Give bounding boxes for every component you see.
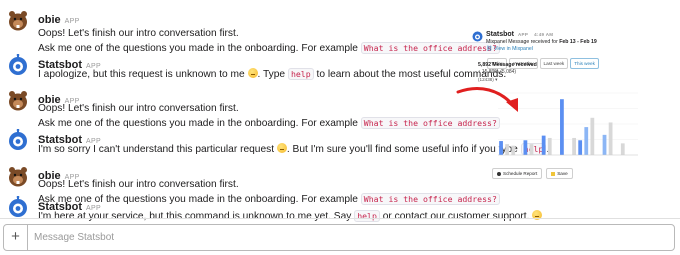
composer-divider (0, 218, 680, 219)
chart-bar (541, 135, 546, 155)
sender-name[interactable]: obie (38, 14, 61, 26)
annotation-arrow (456, 87, 518, 112)
chart-bar (499, 141, 503, 155)
card-sender[interactable]: Statsbot APP 4:49 AM (486, 31, 553, 38)
chart-bar (572, 137, 576, 155)
text-span: Ask me one of the questions you made in … (38, 43, 361, 54)
text-span: Oops! Let's finish our intro conversatio… (38, 28, 239, 39)
inline-code: help (354, 210, 380, 222)
text-span: or contact our customer support. (379, 211, 533, 222)
card-subtitle: Mixpanel Message received for Feb 13 - F… (486, 39, 597, 45)
chart-bar (523, 140, 528, 155)
message-text: Ask me one of the questions you made in … (38, 193, 500, 205)
robot-icon (472, 31, 483, 42)
attach-plus-button[interactable]: + (4, 225, 28, 250)
metric-delta: ↑ 15.89% (5,084) (478, 69, 517, 75)
chart-bar (547, 137, 552, 155)
robot-icon[interactable] (7, 54, 29, 76)
chart-bar (560, 99, 564, 155)
chart-bar (590, 117, 595, 155)
message-text: Oops! Let's finish our intro conversatio… (38, 28, 239, 39)
chart-bar (620, 143, 625, 155)
chart-bar (584, 127, 589, 155)
inline-code: help (287, 68, 314, 80)
beaver-icon[interactable] (7, 89, 29, 111)
beaver-icon[interactable] (7, 9, 29, 31)
robot-icon[interactable] (7, 129, 29, 151)
chart-bar (511, 145, 516, 155)
text-span: . Type (257, 69, 288, 80)
chart-bar (608, 122, 613, 155)
card-app-badge: APP (518, 32, 529, 37)
thinking-face-icon (247, 68, 258, 78)
message-text: I apologize, but this request is unknown… (38, 68, 506, 80)
chart-bar (505, 144, 510, 155)
card-actions: Schedule Report Save (492, 168, 577, 179)
message-text: Oops! Let's finish our intro conversatio… (38, 103, 239, 114)
app-badge: APP (64, 18, 80, 25)
schedule-report-button[interactable]: Schedule Report (492, 168, 543, 179)
range-last-week-button[interactable]: Last week (539, 58, 569, 69)
text-span: I apologize, but this request is unknown… (38, 69, 248, 80)
message-text: Oops! Let's finish our intro conversatio… (38, 179, 239, 190)
robot-icon[interactable] (7, 196, 29, 218)
text-span: I'm here at your service, but this comma… (38, 211, 355, 222)
view-in-mixpanel-link[interactable]: ⛓ View in Mixpanel (486, 46, 533, 52)
message-text: Ask me one of the questions you made in … (38, 117, 500, 129)
thinking-face-icon (276, 143, 287, 153)
text-span: Oops! Let's finish our intro conversatio… (38, 179, 239, 190)
text-span: Oops! Let's finish our intro conversatio… (38, 103, 239, 114)
metric-total: 5,892 Message received (478, 62, 537, 68)
beaver-icon[interactable] (7, 165, 29, 187)
message-header: obie APP (38, 10, 80, 28)
range-this-week-button[interactable]: This week (570, 58, 599, 69)
chart-bar (602, 134, 607, 155)
chart-bar (578, 140, 583, 155)
save-button[interactable]: Save (546, 168, 573, 179)
message-composer: + (3, 224, 675, 251)
message-text: Ask me one of the questions you made in … (38, 42, 500, 54)
text-span: I'm so sorry I can't understand this par… (38, 144, 277, 155)
message-input[interactable] (34, 230, 634, 245)
inline-code: What is the office address? (360, 193, 500, 205)
message-text: I'm here at your service, but this comma… (38, 210, 543, 222)
star-icon (551, 171, 556, 176)
clock-icon (497, 171, 501, 176)
text-span: Ask me one of the questions you made in … (38, 118, 361, 129)
card-timestamp[interactable]: 4:49 AM (534, 32, 553, 37)
chart-bar (529, 144, 534, 155)
card-sender-name[interactable]: Statsbot (486, 31, 514, 38)
